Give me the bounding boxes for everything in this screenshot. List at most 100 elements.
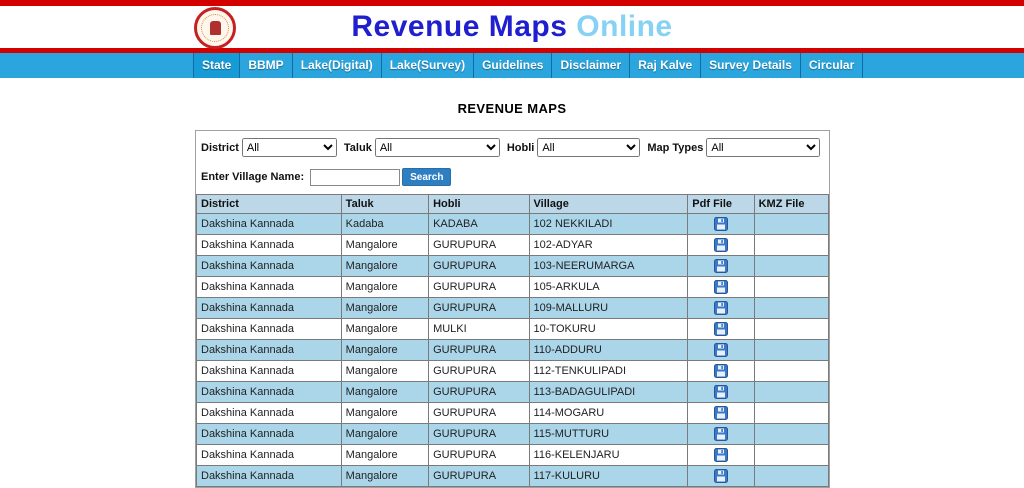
district-cell: Dakshina Kannada	[197, 277, 342, 298]
table-row: Dakshina KannadaMangaloreGURUPURA102-ADY…	[197, 235, 829, 256]
filter-row: DistrictAllTalukAllHobliAllMap TypesAll	[196, 138, 829, 157]
pdf-download-icon[interactable]	[714, 280, 728, 294]
hobli-cell: MULKI	[429, 319, 529, 340]
pdf-file-cell	[688, 403, 754, 424]
taluk-cell: Mangalore	[341, 319, 428, 340]
village-cell: 117-KULURU	[529, 466, 688, 487]
hobli-cell: GURUPURA	[429, 277, 529, 298]
column-header-district: District	[197, 195, 342, 214]
table-row: Dakshina KannadaMangaloreGURUPURA105-ARK…	[197, 277, 829, 298]
pdf-download-icon[interactable]	[714, 364, 728, 378]
hobli-filter: HobliAll	[507, 138, 641, 157]
pdf-download-icon[interactable]	[714, 469, 728, 483]
pdf-download-icon[interactable]	[714, 238, 728, 252]
hobli-cell: GURUPURA	[429, 445, 529, 466]
taluk-label: Taluk	[344, 142, 372, 154]
pdf-download-icon[interactable]	[714, 301, 728, 315]
taluk-select[interactable]: All	[375, 138, 500, 157]
hobli-cell: GURUPURA	[429, 298, 529, 319]
village-name-input[interactable]	[310, 169, 400, 186]
pdf-file-cell	[688, 256, 754, 277]
table-row: Dakshina KannadaMangaloreGURUPURA117-KUL…	[197, 466, 829, 487]
pdf-file-cell	[688, 214, 754, 235]
taluk-cell: Mangalore	[341, 445, 428, 466]
hobli-cell: KADABA	[429, 214, 529, 235]
page-title: Revenue Maps Online	[0, 6, 1024, 48]
nav-item-state[interactable]: State	[193, 53, 240, 78]
village-cell: 112-TENKULIPADI	[529, 361, 688, 382]
map-types-select[interactable]: All	[706, 138, 820, 157]
pdf-download-icon[interactable]	[714, 448, 728, 462]
village-cell: 103-NEERUMARGA	[529, 256, 688, 277]
table-row: Dakshina KannadaMangaloreGURUPURA112-TEN…	[197, 361, 829, 382]
pdf-file-cell	[688, 319, 754, 340]
district-cell: Dakshina Kannada	[197, 256, 342, 277]
nav-item-lake-digital[interactable]: Lake(Digital)	[293, 53, 382, 78]
pdf-download-icon[interactable]	[714, 343, 728, 357]
taluk-cell: Mangalore	[341, 403, 428, 424]
pdf-download-icon[interactable]	[714, 427, 728, 441]
map-types-filter: Map TypesAll	[647, 138, 820, 157]
district-cell: Dakshina Kannada	[197, 424, 342, 445]
district-label: District	[201, 142, 239, 154]
pdf-download-icon[interactable]	[714, 406, 728, 420]
kmz-file-cell	[754, 403, 828, 424]
table-header-row: DistrictTalukHobliVillagePdf FileKMZ Fil…	[197, 195, 829, 214]
village-cell: 114-MOGARU	[529, 403, 688, 424]
village-name-label: Enter Village Name:	[201, 171, 304, 183]
pdf-file-cell	[688, 382, 754, 403]
table-row: Dakshina KannadaMangaloreGURUPURA109-MAL…	[197, 298, 829, 319]
pdf-file-cell	[688, 340, 754, 361]
pdf-download-icon[interactable]	[714, 322, 728, 336]
kmz-file-cell	[754, 382, 828, 403]
taluk-cell: Mangalore	[341, 256, 428, 277]
nav-item-survey-details[interactable]: Survey Details	[701, 53, 801, 78]
kmz-file-cell	[754, 445, 828, 466]
header: Revenue Maps Online	[0, 6, 1024, 48]
table-row: Dakshina KannadaMangaloreGURUPURA114-MOG…	[197, 403, 829, 424]
pdf-download-icon[interactable]	[714, 259, 728, 273]
column-header-village: Village	[529, 195, 688, 214]
nav-item-raj-kalve[interactable]: Raj Kalve	[630, 53, 701, 78]
taluk-cell: Mangalore	[341, 340, 428, 361]
village-cell: 102-ADYAR	[529, 235, 688, 256]
table-body: Dakshina KannadaKadabaKADABA102 NEKKILAD…	[197, 214, 829, 487]
village-cell: 110-ADDURU	[529, 340, 688, 361]
kmz-file-cell	[754, 235, 828, 256]
table-row: Dakshina KannadaMangaloreGURUPURA110-ADD…	[197, 340, 829, 361]
district-filter: DistrictAll	[201, 138, 337, 157]
main-content: REVENUE MAPS DistrictAllTalukAllHobliAll…	[0, 78, 1024, 488]
village-cell: 102 NEKKILADI	[529, 214, 688, 235]
hobli-cell: GURUPURA	[429, 256, 529, 277]
nav-item-disclaimer[interactable]: Disclaimer	[552, 53, 630, 78]
district-cell: Dakshina Kannada	[197, 361, 342, 382]
search-button[interactable]: Search	[402, 168, 451, 186]
taluk-cell: Mangalore	[341, 382, 428, 403]
pdf-download-icon[interactable]	[714, 385, 728, 399]
village-search-row: Enter Village Name: Search	[196, 157, 829, 194]
nav-item-guidelines[interactable]: Guidelines	[474, 53, 552, 78]
kmz-file-cell	[754, 424, 828, 445]
hobli-cell: GURUPURA	[429, 466, 529, 487]
district-select[interactable]: All	[242, 138, 337, 157]
maps-table: DistrictTalukHobliVillagePdf FileKMZ Fil…	[196, 194, 829, 487]
kmz-file-cell	[754, 340, 828, 361]
hobli-cell: GURUPURA	[429, 235, 529, 256]
kmz-file-cell	[754, 277, 828, 298]
taluk-cell: Mangalore	[341, 277, 428, 298]
pdf-download-icon[interactable]	[714, 217, 728, 231]
title-primary: Revenue Maps	[351, 10, 567, 43]
district-cell: Dakshina Kannada	[197, 319, 342, 340]
table-row: Dakshina KannadaMangaloreGURUPURA103-NEE…	[197, 256, 829, 277]
table-row: Dakshina KannadaMangaloreGURUPURA115-MUT…	[197, 424, 829, 445]
nav-item-bbmp[interactable]: BBMP	[240, 53, 292, 78]
district-cell: Dakshina Kannada	[197, 235, 342, 256]
hobli-select[interactable]: All	[537, 138, 640, 157]
table-row: Dakshina KannadaMangaloreMULKI10-TOKURU	[197, 319, 829, 340]
district-cell: Dakshina Kannada	[197, 298, 342, 319]
nav-item-lake-survey[interactable]: Lake(Survey)	[382, 53, 474, 78]
hobli-cell: GURUPURA	[429, 361, 529, 382]
pdf-file-cell	[688, 466, 754, 487]
district-cell: Dakshina Kannada	[197, 214, 342, 235]
nav-item-circular[interactable]: Circular	[801, 53, 863, 78]
